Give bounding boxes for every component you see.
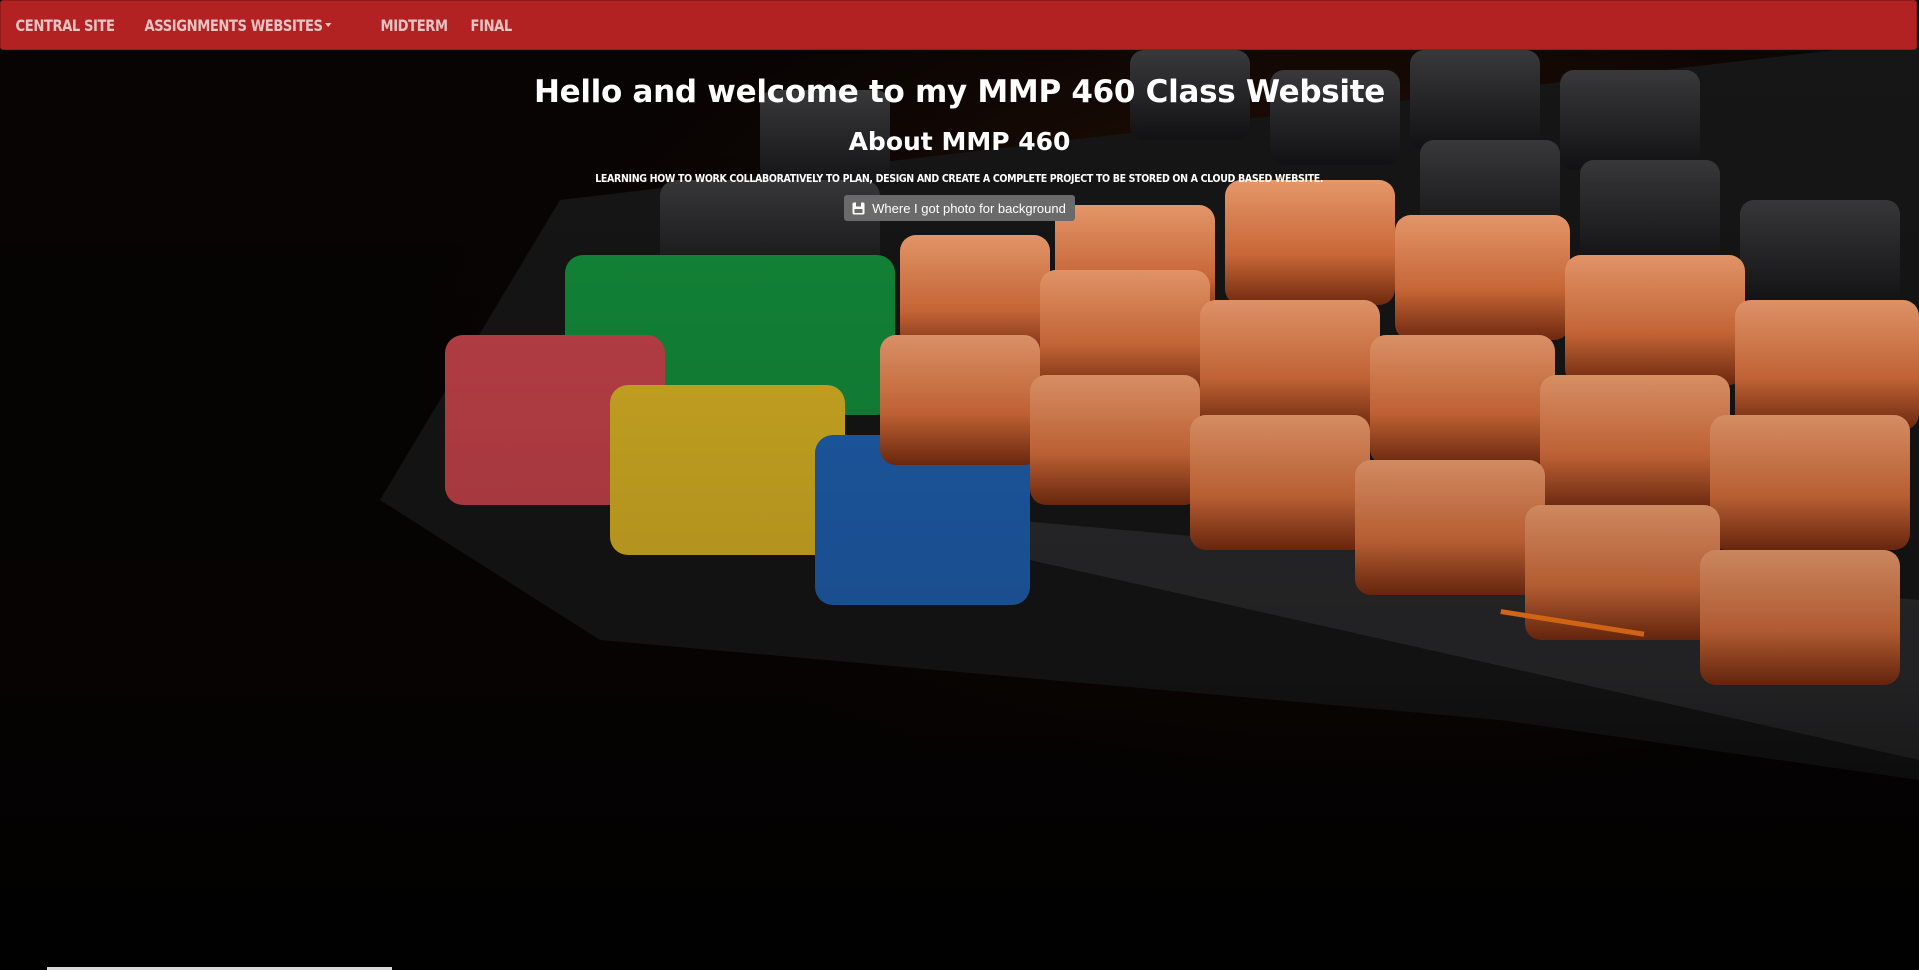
nav-assignments-dropdown[interactable]: Assignments Websites xyxy=(138,16,338,35)
nav-central-site-label: Central Site xyxy=(15,15,115,35)
nav-midterm[interactable]: Midterm xyxy=(374,16,454,35)
camera-icon xyxy=(852,202,865,215)
nav-central-site[interactable]: Central Site xyxy=(9,16,121,35)
section-subtitle: About MMP 460 xyxy=(848,127,1071,156)
top-navbar: Central Site Assignments Websites Midter… xyxy=(0,0,1917,50)
nav-final-label: Final xyxy=(470,15,512,35)
page: Central Site Assignments Websites Midter… xyxy=(0,0,1919,970)
course-description: Learning how to work collaboratively to … xyxy=(595,172,1324,185)
nav-assignments-label: Assignments Websites xyxy=(144,15,323,35)
nav-final[interactable]: Final xyxy=(464,16,518,35)
photo-credit-label: Where I got photo for background xyxy=(872,200,1066,216)
page-title: Hello and welcome to my MMP 460 Class We… xyxy=(533,74,1385,110)
caret-down-icon xyxy=(324,23,332,27)
hero-section: Hello and welcome to my MMP 460 Class We… xyxy=(0,50,1919,221)
photo-credit-button[interactable]: Where I got photo for background xyxy=(844,195,1075,221)
nav-midterm-label: Midterm xyxy=(380,15,448,35)
